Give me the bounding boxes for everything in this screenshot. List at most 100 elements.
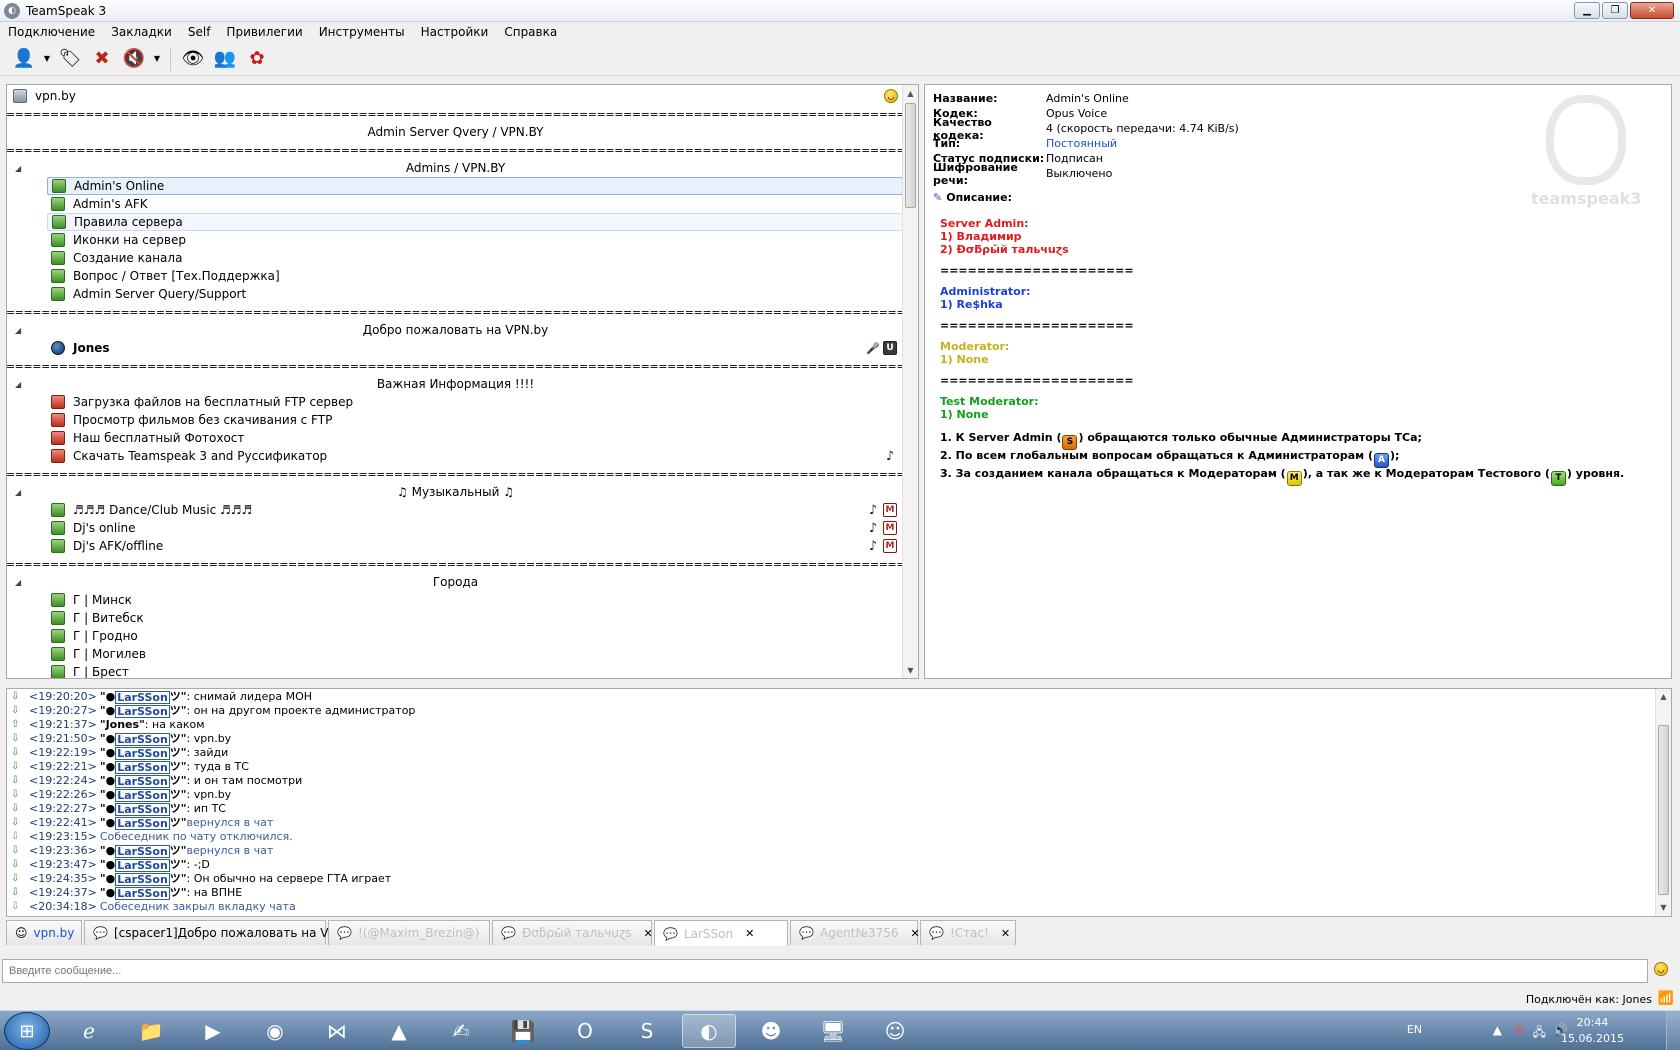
game-avatar-icon[interactable]: ☻ — [744, 1014, 798, 1048]
tray-expand-icon[interactable]: ▲ — [1493, 1023, 1502, 1037]
identity-icon[interactable]: ✿ — [243, 45, 271, 73]
connect-dropdown-icon[interactable]: ▼ — [42, 45, 52, 73]
channel-important[interactable]: ◢ Важная Информация !!!! — [7, 375, 904, 393]
channel-qa[interactable]: Вопрос / Ответ [Тех.Поддержка] — [51, 267, 903, 285]
chat-nick[interactable]: LarSSon — [115, 788, 170, 802]
channel-rules[interactable]: Правила сервера — [47, 213, 903, 231]
tab-private-2[interactable]: 💬 Ðσƃρы̆й тaльчuɀs ✕ — [492, 920, 653, 945]
chat-nick[interactable]: LarSSon — [115, 704, 170, 718]
menu-tools[interactable]: Инструменты — [311, 25, 413, 39]
menu-bookmarks[interactable]: Закладки — [103, 25, 180, 39]
server-row[interactable]: vpn.by ◡ — [7, 87, 904, 105]
tab-private-1[interactable]: 💬 !(@Maxim_Brezin@) ✕ — [328, 920, 501, 945]
chat-nick[interactable]: LarSSon — [115, 732, 170, 746]
acrobat-icon[interactable]: ✍ — [434, 1014, 488, 1048]
channel-mogilev[interactable]: Г | Могилев — [51, 645, 903, 663]
save-floppy-icon[interactable]: 💾 — [496, 1014, 550, 1048]
channel-grodno[interactable]: Г | Гродно — [51, 627, 903, 645]
tab-private-5[interactable]: 💬 !Стас! ✕ — [920, 920, 1016, 945]
channel-create[interactable]: Создание канала — [51, 249, 903, 267]
monitor-app-icon[interactable]: 🖥 — [806, 1014, 860, 1048]
media-player-icon[interactable]: ▶ — [186, 1014, 240, 1048]
explorer-folder-icon[interactable]: 📁 — [124, 1014, 178, 1048]
collapse-arrow-icon[interactable]: ◢ — [15, 326, 21, 335]
mute-microphone-icon[interactable]: ✖ — [88, 45, 116, 73]
kaspersky-icon[interactable]: K — [1516, 1023, 1524, 1037]
channel-ftp-upload[interactable]: Загрузка файлов на бесплатный FTP сервер — [51, 393, 903, 411]
channel-icons[interactable]: Иконки на сервер — [51, 231, 903, 249]
avast-icon[interactable]: ▲ — [372, 1014, 426, 1048]
channel-ftp-movies[interactable]: Просмотр фильмов без скачивания с FTP — [51, 411, 903, 429]
channel-tree-scrollbar[interactable]: ▲ ▼ — [902, 85, 918, 678]
skype-icon[interactable]: S — [620, 1014, 674, 1048]
tab-close-icon[interactable]: ✕ — [1001, 927, 1010, 940]
network-icon[interactable]: 🖧 — [1533, 1023, 1546, 1044]
visual-studio-icon[interactable]: ⋈ — [310, 1014, 364, 1048]
chat-scrollbar[interactable]: ▲ ▼ — [1655, 689, 1671, 916]
menu-settings[interactable]: Настройки — [413, 25, 497, 39]
chat-nick[interactable]: LarSSon — [115, 872, 170, 886]
start-button[interactable]: ⊞ — [4, 1012, 50, 1050]
chat-nick[interactable]: LarSSon — [115, 858, 170, 872]
edit-pencil-icon[interactable]: ✎ — [933, 191, 942, 204]
scroll-up-icon[interactable]: ▲ — [1656, 689, 1671, 705]
away-dropdown-icon[interactable]: ▼ — [152, 45, 162, 73]
channel-welcome[interactable]: ◢ Добро пожаловать на VPN.by — [7, 321, 904, 339]
type-value-link[interactable]: Постоянный — [1046, 137, 1117, 150]
collapse-arrow-icon[interactable]: ◢ — [15, 164, 21, 173]
menu-connections[interactable]: Подключение — [0, 25, 103, 39]
tab-close-icon[interactable]: ✕ — [911, 927, 920, 940]
tab-close-icon[interactable]: ✕ — [745, 927, 754, 940]
client-jones[interactable]: Jones 🎤 U — [51, 339, 903, 357]
chat-nick[interactable]: LarSSon — [115, 802, 170, 816]
chat-nick[interactable]: LarSSon — [115, 886, 170, 900]
maximize-button[interactable]: ❐ — [1602, 2, 1628, 19]
connect-icon[interactable]: 👤 — [10, 45, 38, 73]
tab-close-icon[interactable]: ✕ — [644, 927, 653, 940]
scroll-thumb[interactable] — [1658, 725, 1669, 895]
channel-djs-afk[interactable]: Dj's AFK/offline ♪ M — [51, 537, 903, 555]
channel-photohost[interactable]: Наш бесплатный Фотохост — [51, 429, 903, 447]
channel-cities[interactable]: ◢ Города — [7, 573, 904, 591]
channel-vitebsk[interactable]: Г | Витебск — [51, 609, 903, 627]
channel-brest[interactable]: Г | Брест — [51, 663, 903, 678]
chat-nick[interactable]: LarSSon — [115, 746, 170, 760]
collapse-arrow-icon[interactable]: ◢ — [15, 578, 21, 587]
emoticon-icon[interactable]: ◡ — [1654, 962, 1668, 976]
chat-nick[interactable]: LarSSon — [115, 760, 170, 774]
channel-admins-online[interactable]: Admin's Online — [47, 177, 903, 195]
opera-icon[interactable]: O — [558, 1014, 612, 1048]
chat-nick[interactable]: LarSSon — [115, 816, 170, 830]
scroll-thumb[interactable] — [905, 103, 916, 208]
mute-speakers-icon[interactable]: 🔇 — [120, 45, 148, 73]
scroll-down-icon[interactable]: ▼ — [1656, 900, 1671, 916]
scroll-up-icon[interactable]: ▲ — [903, 85, 918, 101]
tab-private-4[interactable]: 💬 Agent№3756 ✕ — [790, 920, 920, 945]
language-indicator[interactable]: EN — [1407, 1023, 1422, 1036]
channel-admin-query-title[interactable]: Admin Server Qvery / VPN.BY — [7, 123, 904, 141]
scroll-down-icon[interactable]: ▼ — [903, 662, 918, 678]
clock[interactable]: 20:44 15.06.2015 — [1561, 1015, 1624, 1047]
channel-admins-afk[interactable]: Admin's AFK — [51, 195, 903, 213]
tab-channel[interactable]: 💬 [cspacer1]Добро пожаловать на VPN.by — [84, 920, 363, 945]
close-button[interactable]: ✕ — [1630, 2, 1674, 19]
internet-explorer-icon[interactable]: ℯ — [62, 1014, 116, 1048]
teamspeak-taskbar-icon[interactable]: ◐ — [682, 1014, 736, 1048]
bookmark-icon[interactable]: 🏷 — [56, 45, 84, 73]
chat-nick[interactable]: LarSSon — [115, 844, 170, 858]
channel-download-ts[interactable]: Скачать Teamspeak 3 and Руссификатор ♪ — [51, 447, 903, 465]
game-character-icon[interactable]: ☺ — [868, 1014, 922, 1048]
channel-support[interactable]: Admin Server Query/Support — [51, 285, 903, 303]
collapse-arrow-icon[interactable]: ◢ — [15, 488, 21, 497]
subscribe-icon[interactable]: 👁 — [179, 45, 207, 73]
tab-server[interactable]: ☺ vpn.by — [6, 920, 82, 945]
contacts-icon[interactable]: 👥 — [211, 45, 239, 73]
chat-nick[interactable]: LarSSon — [115, 690, 170, 704]
menu-self[interactable]: Self — [180, 25, 219, 39]
chat-nick-self[interactable]: "Jones" — [100, 718, 145, 732]
menu-help[interactable]: Справка — [496, 25, 565, 39]
menu-permissions[interactable]: Привилегии — [218, 25, 310, 39]
show-desktop-button[interactable] — [1666, 1011, 1680, 1050]
chrome-icon[interactable]: ◉ — [248, 1014, 302, 1048]
minimize-button[interactable]: ▁ — [1574, 2, 1600, 19]
